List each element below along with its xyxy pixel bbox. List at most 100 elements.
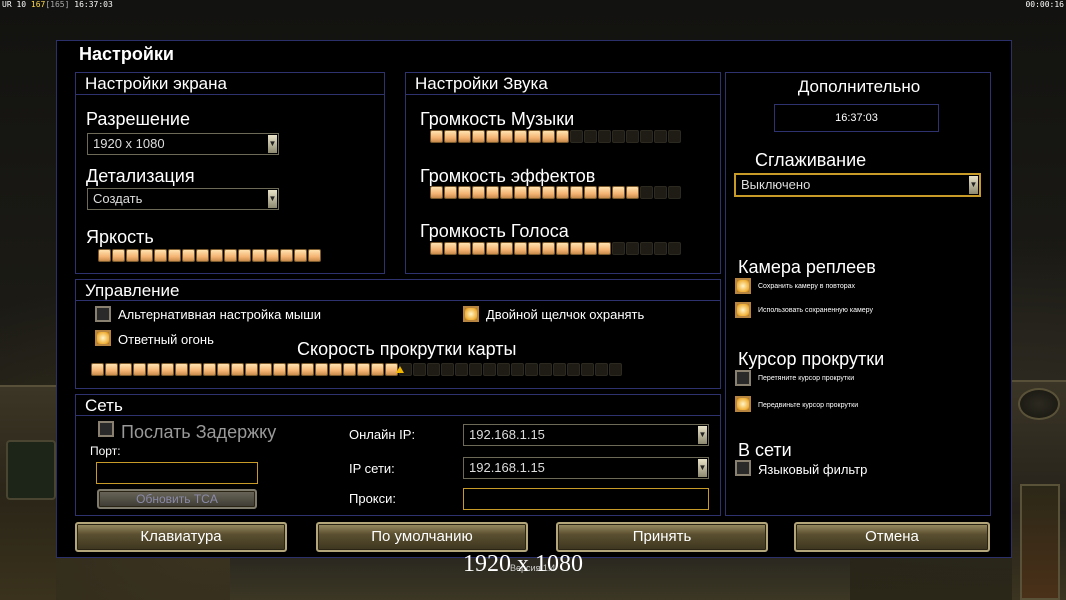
port-input[interactable] (96, 462, 258, 484)
slider-segment[interactable] (444, 241, 457, 255)
slider-segment[interactable] (612, 241, 625, 255)
slider-segment[interactable] (245, 362, 258, 376)
slider-segment[interactable] (472, 241, 485, 255)
chevron-down-icon[interactable]: ▼ (698, 459, 707, 477)
slider-segment[interactable] (525, 362, 538, 376)
slider-segment[interactable] (441, 362, 454, 376)
slider-segment[interactable] (570, 129, 583, 143)
proxy-input[interactable] (463, 488, 709, 510)
slider-segment[interactable] (500, 185, 513, 199)
replay-use-checkbox[interactable] (735, 302, 751, 318)
slider-segment[interactable] (301, 362, 314, 376)
slider-segment[interactable] (455, 362, 468, 376)
slider-segment[interactable] (581, 362, 594, 376)
online-ip-select[interactable]: 192.168.1.15 ▼ (463, 424, 709, 446)
keyboard-button[interactable]: Клавиатура (75, 522, 287, 552)
slider-segment[interactable] (500, 129, 513, 143)
slider-segment[interactable] (598, 241, 611, 255)
alt-mouse-checkbox[interactable] (95, 306, 111, 322)
slider-segment[interactable] (133, 362, 146, 376)
slider-segment[interactable] (556, 241, 569, 255)
slider-segment[interactable] (640, 129, 653, 143)
slider-segment[interactable] (612, 185, 625, 199)
cursor-move-checkbox[interactable] (735, 396, 751, 412)
slider-segment[interactable] (266, 248, 279, 262)
effects-volume-slider[interactable] (430, 185, 681, 199)
slider-segment[interactable] (112, 248, 125, 262)
slider-segment[interactable] (598, 185, 611, 199)
slider-segment[interactable] (553, 362, 566, 376)
slider-segment[interactable] (287, 362, 300, 376)
slider-segment[interactable] (280, 248, 293, 262)
slider-segment[interactable] (609, 362, 622, 376)
slider-segment[interactable] (668, 185, 681, 199)
slider-segment[interactable] (584, 185, 597, 199)
slider-segment[interactable] (626, 241, 639, 255)
slider-segment[interactable] (210, 248, 223, 262)
slider-segment[interactable] (528, 129, 541, 143)
slider-segment[interactable] (511, 362, 524, 376)
slider-thumb-icon[interactable] (396, 366, 404, 373)
slider-segment[interactable] (612, 129, 625, 143)
return-fire-checkbox[interactable] (95, 330, 111, 346)
slider-segment[interactable] (430, 129, 443, 143)
slider-segment[interactable] (556, 185, 569, 199)
antialias-select[interactable]: Выключено ▼ (734, 173, 981, 197)
slider-segment[interactable] (175, 362, 188, 376)
slider-segment[interactable] (119, 362, 132, 376)
chevron-down-icon[interactable]: ▼ (969, 176, 978, 194)
slider-segment[interactable] (539, 362, 552, 376)
slider-segment[interactable] (168, 248, 181, 262)
chevron-down-icon[interactable]: ▼ (268, 190, 277, 208)
defaults-button[interactable]: По умолчанию (316, 522, 528, 552)
slider-segment[interactable] (371, 362, 384, 376)
slider-segment[interactable] (224, 248, 237, 262)
slider-segment[interactable] (196, 248, 209, 262)
cancel-button[interactable]: Отмена (794, 522, 990, 552)
slider-segment[interactable] (294, 248, 307, 262)
slider-segment[interactable] (570, 185, 583, 199)
slider-segment[interactable] (238, 248, 251, 262)
slider-segment[interactable] (252, 248, 265, 262)
slider-segment[interactable] (472, 185, 485, 199)
slider-segment[interactable] (584, 129, 597, 143)
slider-segment[interactable] (444, 185, 457, 199)
slider-segment[interactable] (514, 129, 527, 143)
slider-segment[interactable] (259, 362, 272, 376)
slider-segment[interactable] (126, 248, 139, 262)
slider-segment[interactable] (458, 129, 471, 143)
slider-segment[interactable] (567, 362, 580, 376)
slider-segment[interactable] (315, 362, 328, 376)
slider-segment[interactable] (514, 241, 527, 255)
slider-segment[interactable] (640, 241, 653, 255)
slider-segment[interactable] (528, 241, 541, 255)
slider-segment[interactable] (140, 248, 153, 262)
slider-segment[interactable] (430, 241, 443, 255)
slider-segment[interactable] (273, 362, 286, 376)
music-volume-slider[interactable] (430, 129, 681, 143)
slider-segment[interactable] (556, 129, 569, 143)
slider-segment[interactable] (308, 248, 321, 262)
detail-select[interactable]: Создать ▼ (87, 188, 279, 210)
slider-segment[interactable] (654, 185, 667, 199)
slider-segment[interactable] (217, 362, 230, 376)
slider-segment[interactable] (584, 241, 597, 255)
slider-segment[interactable] (542, 185, 555, 199)
replay-save-checkbox[interactable] (735, 278, 751, 294)
slider-segment[interactable] (161, 362, 174, 376)
update-tca-button[interactable]: Обновить TCA (97, 489, 257, 509)
slider-segment[interactable] (668, 241, 681, 255)
slider-segment[interactable] (668, 129, 681, 143)
slider-segment[interactable] (469, 362, 482, 376)
slider-segment[interactable] (528, 185, 541, 199)
resolution-select[interactable]: 1920 x 1080 ▼ (87, 133, 279, 155)
slider-segment[interactable] (472, 129, 485, 143)
slider-segment[interactable] (430, 185, 443, 199)
chevron-down-icon[interactable]: ▼ (268, 135, 277, 153)
slider-segment[interactable] (91, 362, 104, 376)
slider-segment[interactable] (486, 241, 499, 255)
slider-segment[interactable] (654, 129, 667, 143)
slider-segment[interactable] (189, 362, 202, 376)
slider-segment[interactable] (500, 241, 513, 255)
slider-segment[interactable] (483, 362, 496, 376)
